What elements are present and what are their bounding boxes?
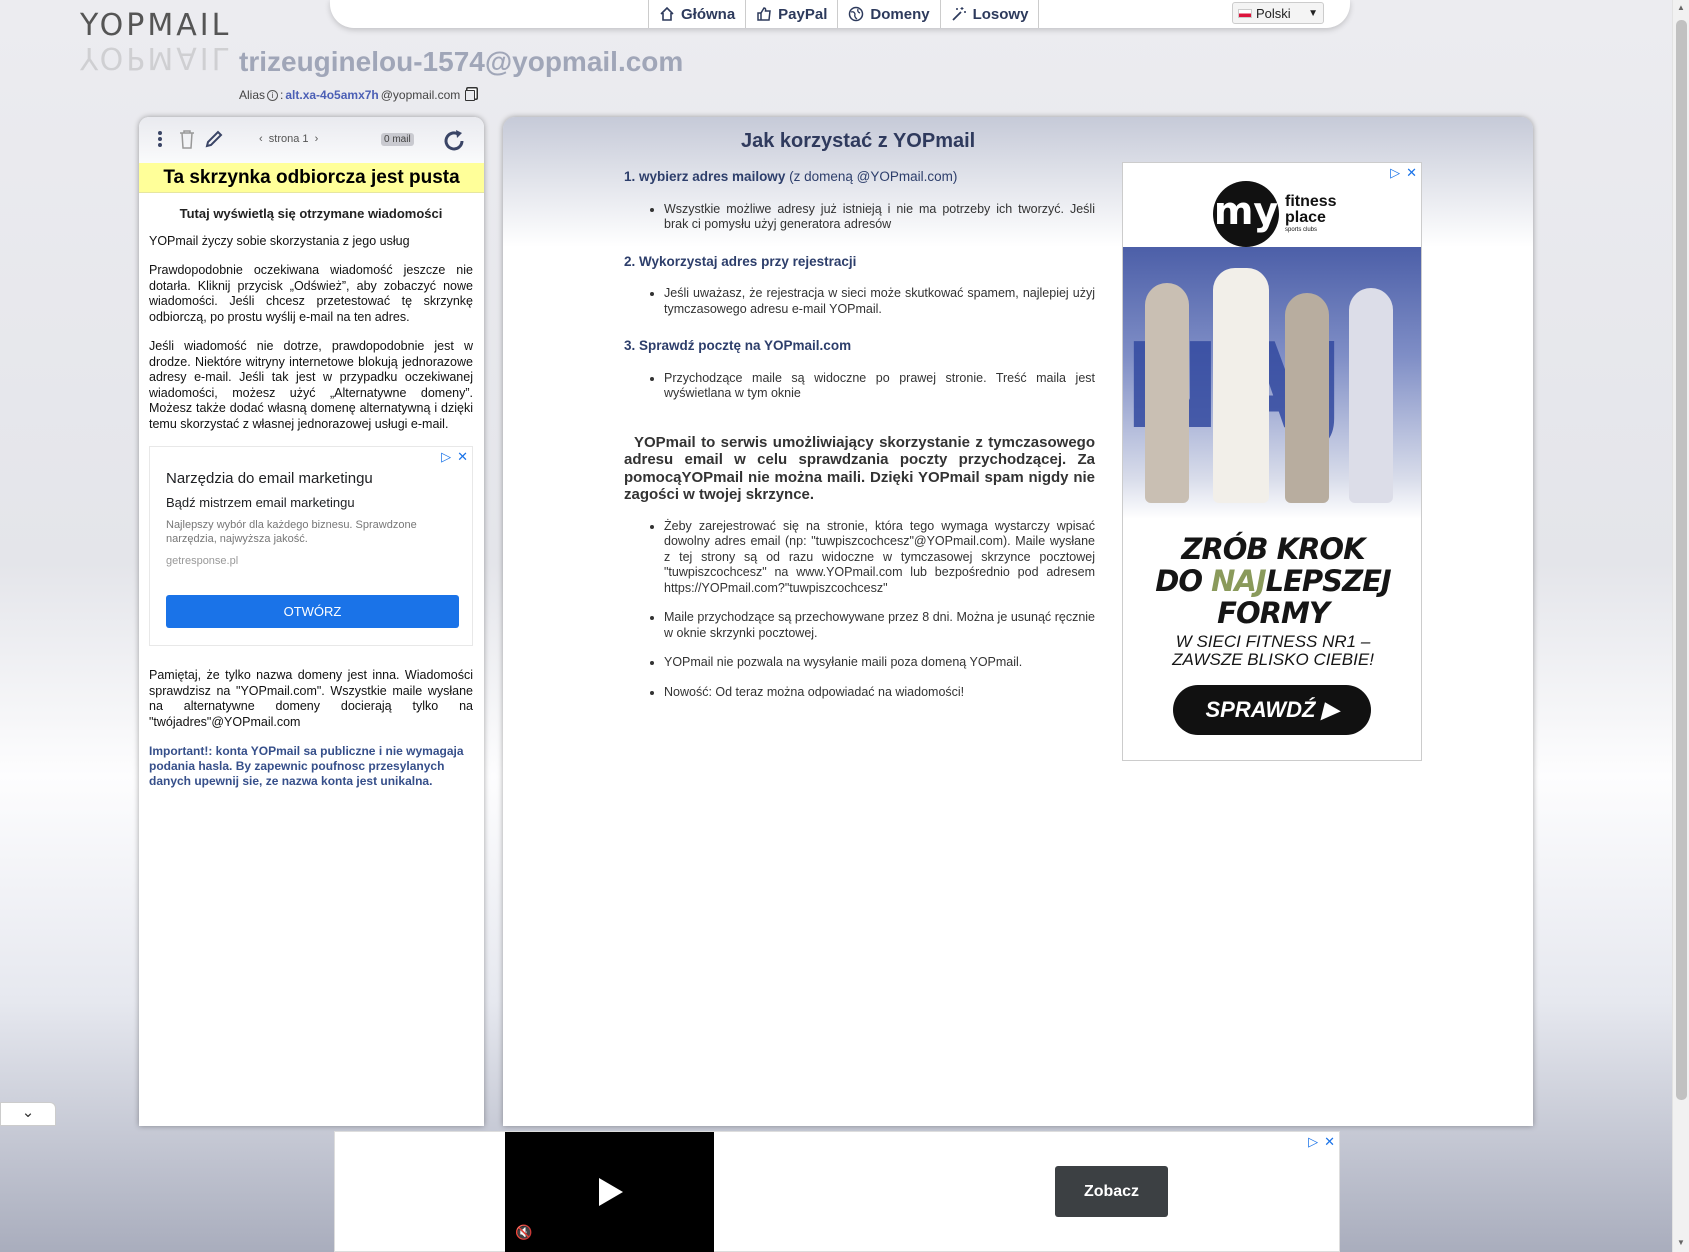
list-item: Maile przychodzące są przechowywane prze… [664,610,1095,641]
close-icon[interactable]: ✕ [457,449,468,465]
magic-wand-icon [951,7,966,21]
nav-item-domains[interactable]: Domeny [838,0,941,28]
brand-name: fitness place sports clubs [1285,193,1337,234]
help-paragraph: Jeśli wiadomość nie dotrze, prawdopodobn… [149,339,473,431]
see-more-button[interactable]: Zobacz [1055,1166,1168,1217]
thumbs-up-icon [757,7,772,21]
ad-title[interactable]: Narzędzia do email marketingu [166,471,456,487]
compose-pencil-icon[interactable] [204,129,224,149]
chevron-down-icon: ▼ [1308,7,1318,19]
text-ad[interactable]: ▷ ✕ Narzędzia do email marketingu Bądź mi… [149,446,473,646]
refresh-icon[interactable] [441,128,467,154]
howto-content: 1. wybierz adres mailowy (z domeną @YOPm… [624,169,1095,721]
help-paragraph: YOPmail życzy sobie skorzystania z jego … [149,233,410,248]
logo-reflection: YOPMAIL [80,40,232,75]
poland-flag-icon [1238,8,1252,18]
home-icon [660,6,674,21]
bottom-video-ad[interactable]: ▷ ✕ 🔇 Zobacz [334,1131,1340,1252]
step-heading: 2. Wykorzystaj adres przy rejestracji [624,253,857,269]
main-nav: Główna PayPal Domeny Losowy [648,0,1040,28]
mail-count-badge: 0 mail [381,133,414,146]
list-item: Przychodzące maile są widoczne po prawej… [664,371,1095,402]
list-item: Jeśli uważasz, że rejestracja w sieci mo… [664,286,1095,317]
info-icon[interactable]: i [267,89,279,101]
list-item: Wszystkie możliwe adresy już istnieją i … [664,202,1095,233]
ad-photo: NAJ [1123,247,1421,519]
nav-label: PayPal [778,5,828,23]
collapse-ad-button[interactable]: ⌄ [0,1102,56,1126]
ad-domain: getresponse.pl [166,555,239,567]
trash-icon[interactable] [179,129,195,149]
ad-person [1285,293,1329,503]
more-vertical-icon[interactable] [157,129,163,149]
ad-choices-icon[interactable]: ▷ [1308,1134,1318,1150]
step-heading: 3. Sprawdź pocztę na YOPmail.com [624,338,852,353]
ad-choices[interactable]: ▷ ✕ [1390,165,1417,181]
ad-headline: Bądź mistrzem email marketingu [166,494,355,510]
nav-item-paypal[interactable]: PayPal [746,0,839,28]
help-paragraph: Pamiętaj, że tylko nazwa domeny jest inn… [149,668,473,729]
video-player[interactable]: 🔇 [505,1132,714,1252]
step-heading: 1. wybierz adres mailowy (z domeną @YOPm… [624,169,958,184]
prev-page-icon[interactable]: ‹ [259,133,263,145]
copy-icon[interactable] [465,89,476,101]
inbox-email-address: trizeuginelou-1574@yopmail.com [239,46,684,77]
scrollbar-thumb[interactable] [1676,20,1687,1100]
list-item: Żeby zarejestrować się na stronie, która… [664,519,1095,597]
close-icon[interactable]: ✕ [1324,1134,1335,1150]
language-select[interactable]: Polski ▼ [1232,2,1324,24]
logo-text: YOPMAIL [80,8,232,43]
nav-item-random[interactable]: Losowy [941,0,1040,28]
nav-item-home[interactable]: Główna [649,0,747,28]
service-intro: YOPmail to serwis umożliwiający skorzyst… [624,433,1095,504]
page-title: Jak korzystać z YOPmail [741,130,976,152]
next-page-icon[interactable]: › [315,133,319,145]
brand-circle: my [1213,181,1279,247]
alias-domain: @yopmail.com [380,88,461,102]
inbox-panel: ‹ strona 1 › 0 mail Ta skrzynka odbiorcz… [139,117,484,1126]
important-notice: Important!: konta YOPmail sa publiczne i… [149,744,464,788]
close-icon[interactable]: ✕ [1406,165,1417,181]
alias-link[interactable]: alt.xa-4o5amx7h [285,88,378,102]
ad-choices[interactable]: ▷ ✕ [441,449,468,465]
pager: ‹ strona 1 › [259,133,318,145]
mute-icon[interactable]: 🔇 [515,1224,532,1241]
list-item: YOPmail nie pozwala na wysyłanie maili p… [664,655,1095,671]
ad-choices-icon[interactable]: ▷ [441,449,451,465]
inbox-toolbar: ‹ strona 1 › 0 mail [139,117,484,163]
ad-choices-icon[interactable]: ▷ [1390,165,1400,181]
page-scrollbar[interactable]: ▲ ▼ [1672,0,1689,1252]
scroll-up-icon[interactable]: ▲ [1677,3,1685,12]
content-panel: Jak korzystać z YOPmail 1. wybierz adres… [503,117,1533,1126]
language-value: Polski [1256,5,1291,21]
scroll-down-icon[interactable]: ▼ [1677,1238,1685,1247]
ad-choices[interactable]: ▷ ✕ [1308,1134,1335,1150]
fitness-banner-ad[interactable]: ▷✕ my fitnessplacesports clubs NAJ ZRÓB … [1122,162,1422,761]
ad-brand-logo: my fitness place sports clubs [1213,181,1337,247]
yopmail-logo[interactable]: YOPMAIL YOPMAIL [80,6,260,75]
chevron-down-icon: ⌄ [21,1104,35,1121]
help-paragraph: Prawdopodobnie oczekiwana wiadomość jesz… [149,263,473,324]
page-label: strona 1 [268,133,309,145]
ad-headline: ZRÓB KROK DO NAJLEPSZEJ FORMY [1155,532,1391,630]
inbox-subtitle: Tutaj wyświetlą się otrzymane wiadomości [179,206,443,221]
list-item: Nowość: Od teraz można odpowiadać na wia… [664,685,1095,701]
nav-label: Główna [681,5,736,23]
ad-subheadline: W SIECI FITNESS NR1 – ZAWSZE BLISKO CIEBI… [1172,632,1374,669]
ad-person [1145,283,1189,503]
alias-separator: : [280,88,284,102]
nav-label: Losowy [972,5,1029,23]
alias-row: Alias i : alt.xa-4o5amx7h @yopmail.com [239,88,476,102]
nav-label: Domeny [870,5,930,23]
inbox-help-text: Tutaj wyświetlą się otrzymane wiadomości… [139,193,484,789]
ad-description: Najlepszy wybór dla każdego biznesu. Spr… [166,519,417,545]
ad-person [1213,268,1269,503]
ad-person [1349,288,1393,503]
ad-open-button[interactable]: OTWÓRZ [166,595,459,628]
play-icon[interactable] [599,1178,623,1206]
ad-cta-button[interactable]: SPRAWDŹ ▶ [1173,685,1371,735]
empty-inbox-banner: Ta skrzynka odbiorcza jest pusta [139,163,484,193]
alias-label: Alias [239,88,266,102]
globe-icon [849,6,864,22]
